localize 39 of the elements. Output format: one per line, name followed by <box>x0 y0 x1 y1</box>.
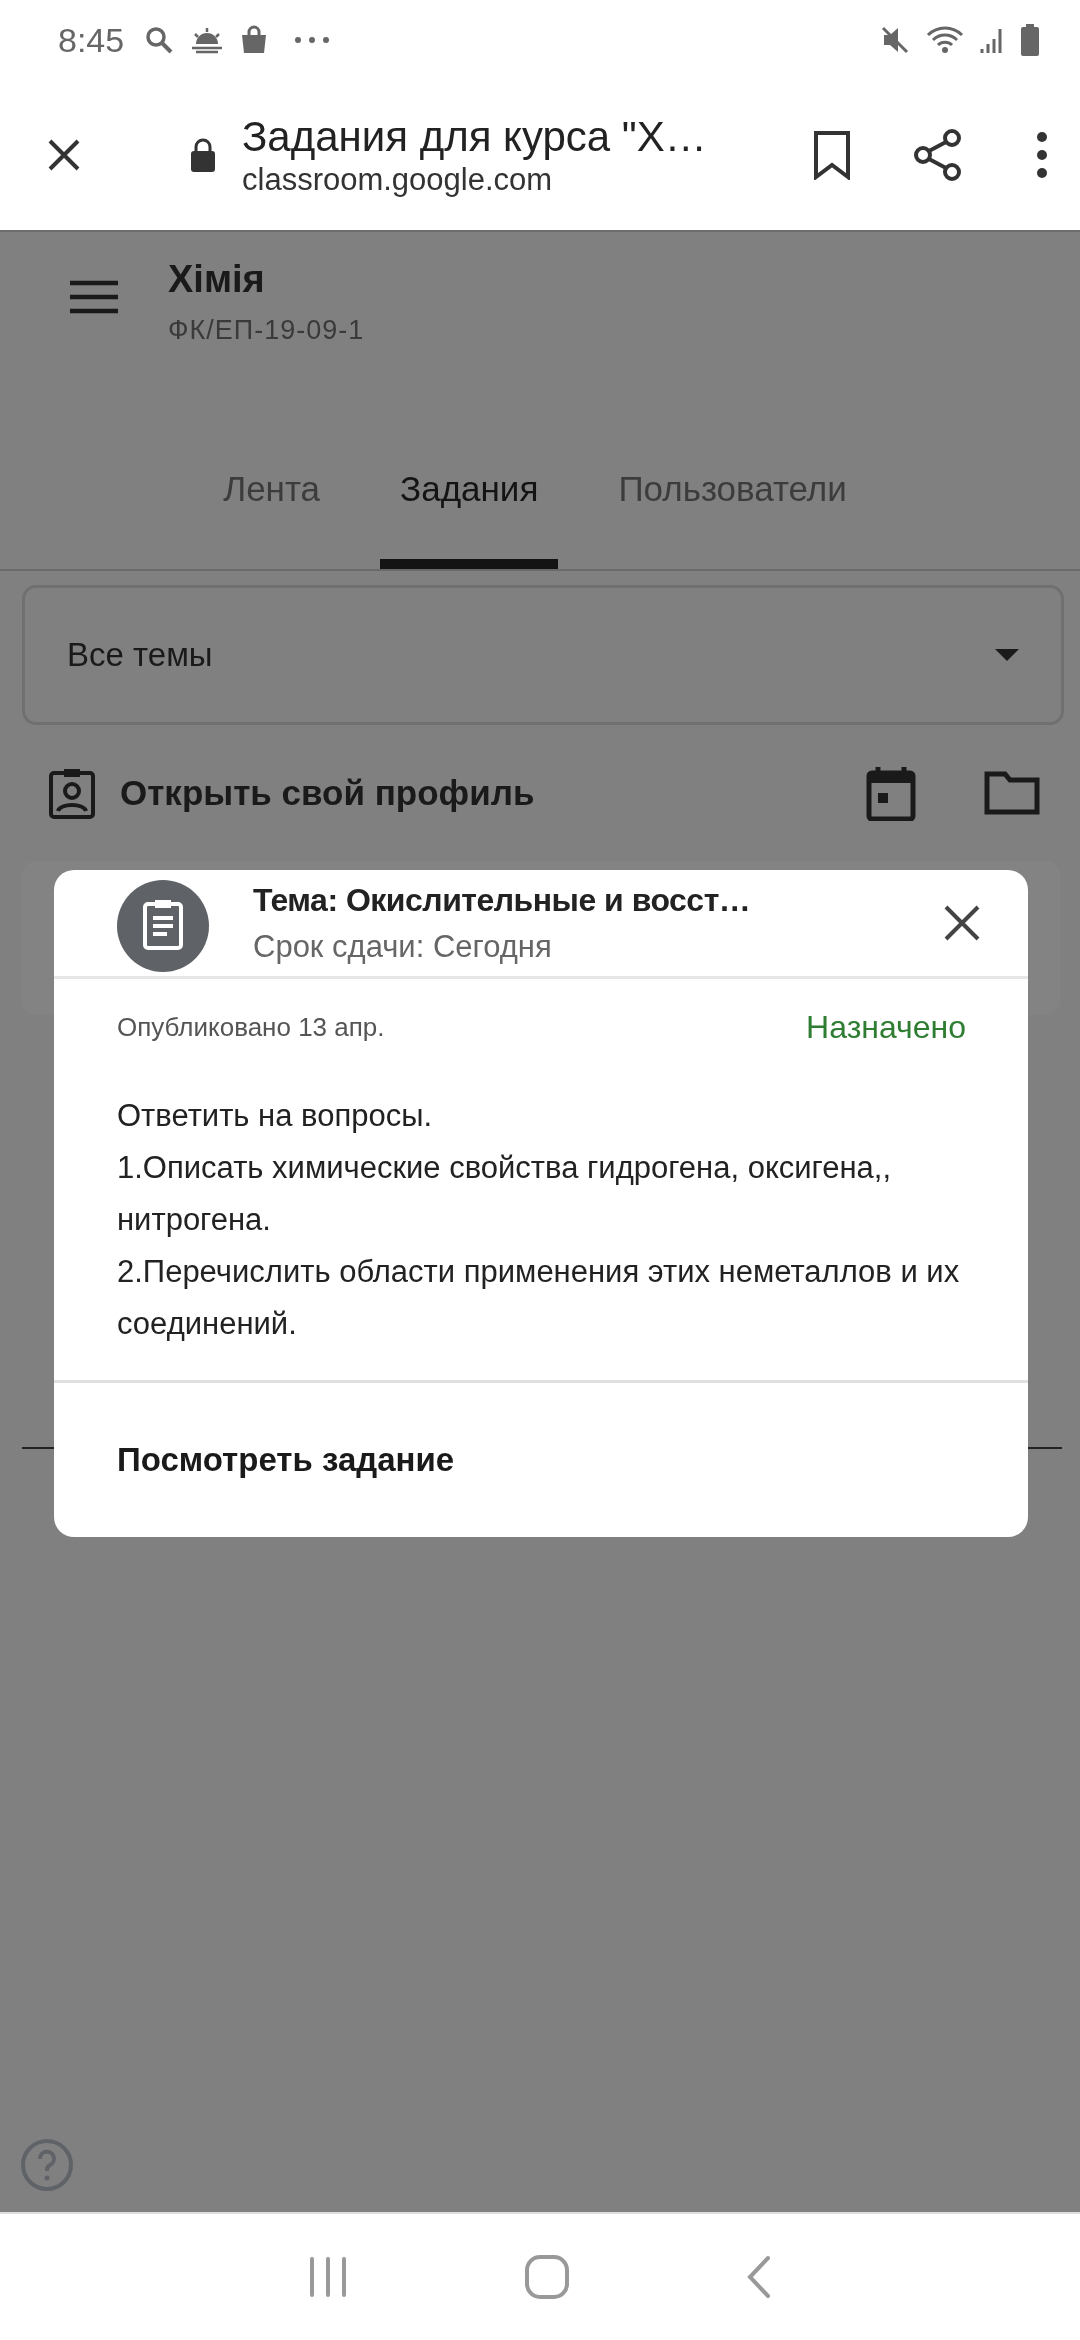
course-section: ФК/ЕП-19-09-1 <box>168 315 365 346</box>
folder-icon[interactable] <box>984 771 1040 815</box>
back-icon[interactable] <box>745 2255 772 2299</box>
lock-icon <box>190 138 216 172</box>
menu-icon[interactable] <box>70 280 118 314</box>
topic-dropdown[interactable]: Все темы <box>22 585 1064 725</box>
close-icon[interactable] <box>942 903 982 943</box>
shopping-bag-icon <box>240 25 269 55</box>
due-date: Срок сдачи: Сегодня <box>253 928 553 965</box>
assignment-title: Тема: Окислительные и восст… <box>253 881 752 919</box>
mute-icon <box>880 25 910 55</box>
description-text: Ответить на вопросы. <box>117 1097 434 1135</box>
caret-icon <box>995 649 1019 661</box>
description-text: 1.Описать химические свойства гидрогена, оксигена,, нитрогена. <box>117 1149 893 1239</box>
wifi-icon <box>926 25 964 55</box>
assignment-icon <box>117 880 209 972</box>
tab[interactable]: Пользователи <box>598 469 867 569</box>
assignment-status: Назначено <box>806 1009 966 1046</box>
posted-date: Опубликовано 13 апр. <box>117 1012 385 1043</box>
bookmark-icon[interactable] <box>812 130 852 180</box>
page-url: classroom.google.com <box>242 162 554 198</box>
more-options-icon[interactable] <box>1036 131 1048 179</box>
tab[interactable]: Задания <box>380 469 559 569</box>
description-text: 2.Перечислить области применения этих неметаллов и их соединений. <box>117 1253 961 1343</box>
share-icon[interactable] <box>912 127 964 183</box>
open-profile-link[interactable]: Открыть свой профиль <box>120 773 535 813</box>
home-icon[interactable] <box>525 2255 569 2299</box>
status-time: 8:45 <box>58 20 125 60</box>
battery-icon <box>1020 24 1040 56</box>
search-icon <box>144 25 175 55</box>
weather-icon <box>190 26 225 54</box>
view-assignment-link[interactable]: Посмотреть задание <box>117 1441 455 1479</box>
page-title: Задания для курса "Х… <box>242 112 708 162</box>
course-name: Хімія <box>168 258 266 301</box>
tab[interactable]: Лента <box>203 469 341 569</box>
recent-apps-icon[interactable] <box>308 2257 349 2297</box>
calendar-icon[interactable] <box>866 765 916 821</box>
profile-badge-icon <box>48 767 96 819</box>
more-notifications-icon <box>294 36 331 44</box>
